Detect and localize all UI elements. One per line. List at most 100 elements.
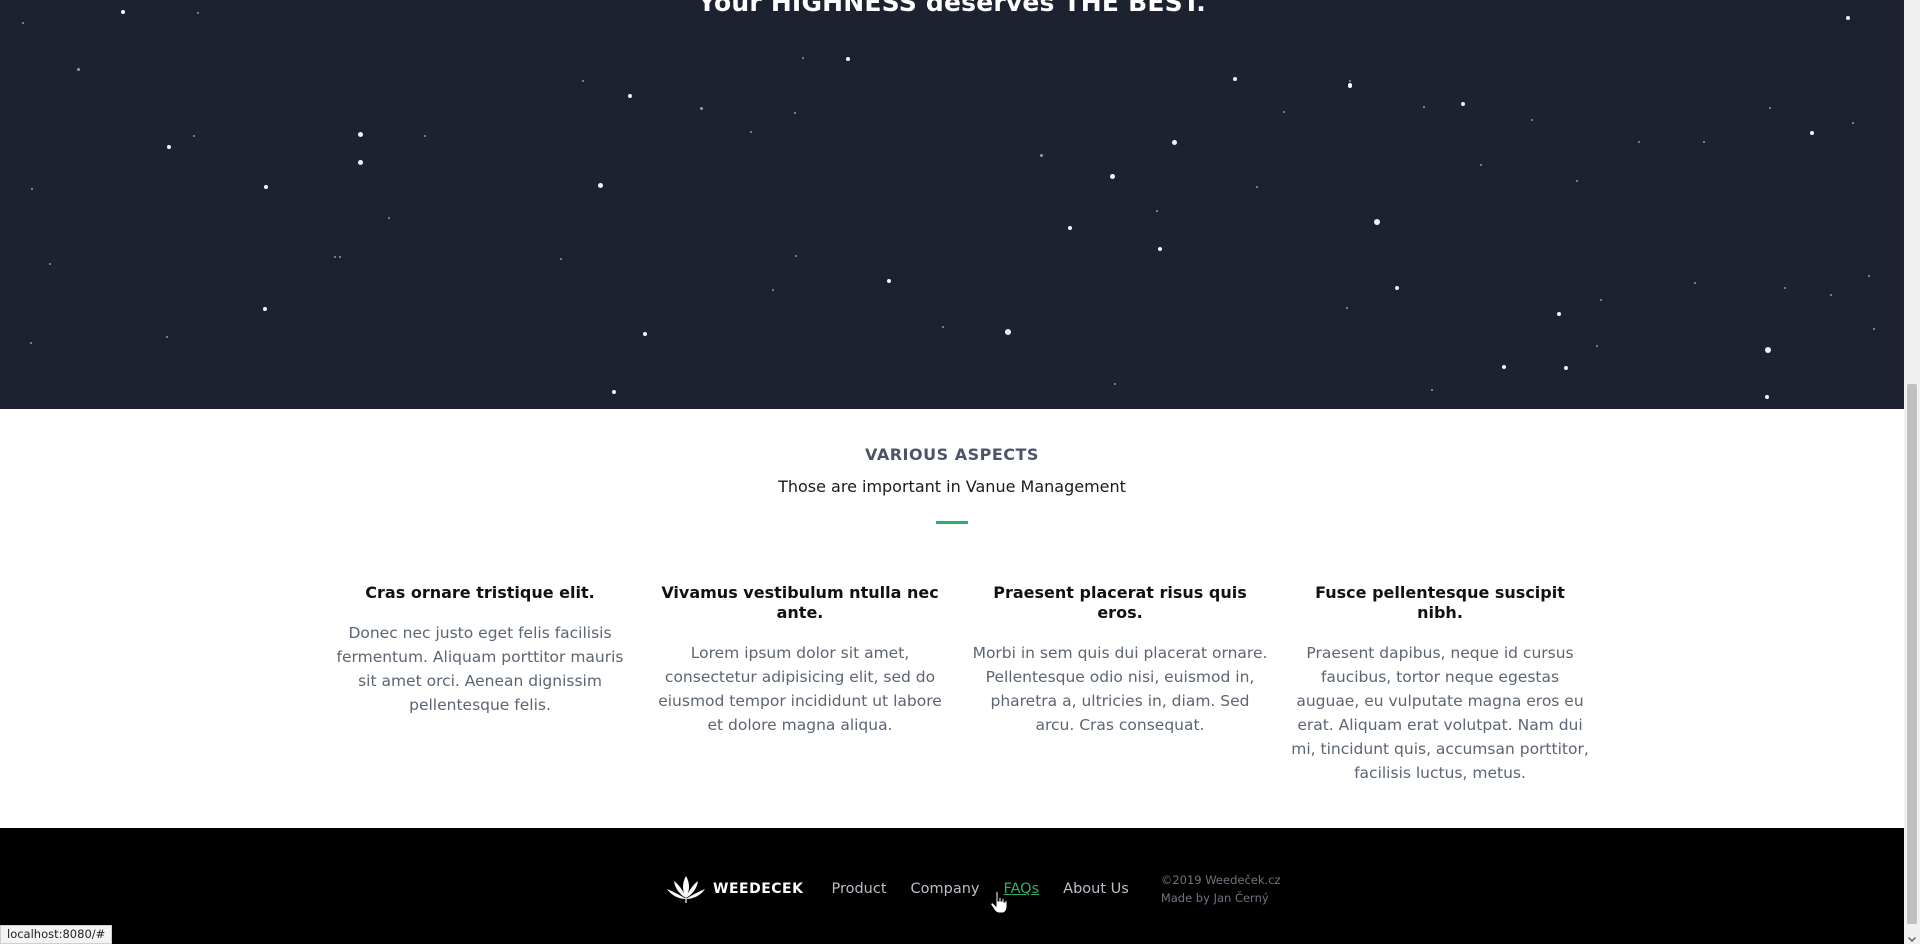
star — [358, 132, 363, 137]
scrollbar-thumb[interactable] — [1907, 384, 1917, 924]
star — [1596, 345, 1598, 347]
star — [1765, 347, 1771, 353]
star — [1110, 174, 1115, 179]
star — [628, 94, 632, 98]
star — [1158, 247, 1162, 251]
star — [1395, 286, 1399, 290]
scroll-down-arrow-icon[interactable] — [1908, 934, 1916, 942]
star — [264, 185, 268, 189]
star — [1576, 180, 1578, 182]
brand-name: WEEDECEK — [713, 881, 804, 897]
star — [795, 255, 797, 257]
star — [1172, 140, 1177, 145]
star — [22, 22, 24, 24]
star — [1638, 141, 1640, 143]
aspects-section: VARIOUS ASPECTS Those are important in V… — [0, 409, 1904, 828]
star — [166, 336, 168, 338]
star — [1852, 122, 1854, 124]
hero-night-sky: Your HIGHNESS deserves THE BEST. — [0, 0, 1904, 409]
star — [388, 217, 390, 219]
hand-cursor-icon — [990, 890, 1008, 914]
star — [339, 256, 341, 258]
feature-text: Praesent dapibus, neque id cursus faucib… — [1291, 644, 1589, 782]
star — [887, 279, 891, 283]
star — [1480, 164, 1482, 166]
section-title: VARIOUS ASPECTS — [865, 445, 1039, 464]
footer-nav: WEEDECEK Product Company FAQs About Us ©… — [665, 872, 1281, 906]
star — [30, 342, 32, 344]
star — [334, 256, 336, 258]
star — [1233, 77, 1237, 81]
features-grid: Cras ornare tristique elit. Donec nec ju… — [320, 583, 1600, 785]
star — [358, 160, 363, 165]
star — [598, 183, 603, 188]
star — [942, 326, 944, 328]
star — [1156, 210, 1158, 212]
star — [1694, 282, 1696, 284]
star — [263, 307, 267, 311]
star — [1564, 366, 1568, 370]
feature-title: Fusce pellentesque suscipit nibh. — [1315, 583, 1565, 622]
star — [1600, 299, 1602, 301]
star — [1348, 84, 1352, 88]
star — [1068, 226, 1072, 230]
footer-link-faqs[interactable]: FAQs — [1004, 881, 1040, 897]
feature-title: Cras ornare tristique elit. — [365, 583, 595, 602]
lotus-leaf-icon — [667, 876, 705, 903]
star — [1256, 186, 1258, 188]
star — [1040, 154, 1043, 157]
star — [1374, 219, 1380, 225]
footer-logo[interactable]: WEEDECEK — [665, 874, 803, 904]
star — [1283, 111, 1285, 113]
accent-divider — [936, 521, 968, 524]
footer-link-company[interactable]: Company — [911, 881, 980, 897]
star — [794, 112, 796, 114]
star — [1769, 107, 1771, 109]
star — [1703, 141, 1705, 143]
feature-card: Praesent placerat risus quis eros. Morbi… — [960, 583, 1280, 785]
star — [1502, 365, 1506, 369]
star — [846, 57, 850, 61]
star — [1349, 80, 1351, 82]
feature-card: Vivamus vestibulum ntulla nec ante. Lore… — [640, 583, 960, 785]
footer-link-about-us[interactable]: About Us — [1063, 881, 1129, 897]
star — [424, 135, 426, 137]
section-subtitle: Those are important in Vanue Management — [778, 477, 1126, 496]
copyright-text: ©2019 Weedeček.cz — [1160, 873, 1281, 887]
made-by-text: Made by Jan Černý — [1160, 891, 1269, 905]
star — [1873, 328, 1875, 330]
star — [1005, 329, 1011, 335]
star — [643, 332, 647, 336]
feature-text: Donec nec justo eget felis facilisis fer… — [336, 624, 624, 714]
star — [1531, 119, 1533, 121]
star — [193, 135, 195, 137]
star — [1346, 307, 1348, 309]
feature-card: Fusce pellentesque suscipit nibh. Praese… — [1280, 583, 1600, 785]
star — [1830, 294, 1832, 296]
star — [560, 258, 562, 260]
star — [167, 145, 171, 149]
star — [700, 107, 703, 110]
star — [77, 68, 80, 71]
star — [49, 263, 51, 265]
star — [1431, 389, 1433, 391]
star — [1557, 312, 1561, 316]
site-footer: WEEDECEK Product Company FAQs About Us ©… — [0, 828, 1904, 944]
star — [31, 188, 33, 190]
footer-link-product[interactable]: Product — [831, 881, 886, 897]
feature-title: Vivamus vestibulum ntulla nec ante. — [661, 583, 939, 622]
star — [582, 80, 584, 82]
star — [1784, 287, 1786, 289]
star — [1423, 106, 1425, 108]
feature-text: Morbi in sem quis dui placerat ornare. P… — [972, 644, 1268, 734]
star — [1114, 383, 1116, 385]
star — [750, 131, 752, 133]
vertical-scrollbar[interactable] — [1904, 0, 1920, 944]
hero-tagline: Your HIGHNESS deserves THE BEST. — [698, 0, 1206, 17]
star — [772, 289, 774, 291]
feature-card: Cras ornare tristique elit. Donec nec ju… — [320, 583, 640, 785]
star — [1765, 395, 1769, 399]
feature-text: Lorem ipsum dolor sit amet, consectetur … — [658, 644, 942, 734]
star — [1868, 275, 1870, 277]
browser-status-bar: localhost:8080/# — [0, 925, 113, 944]
